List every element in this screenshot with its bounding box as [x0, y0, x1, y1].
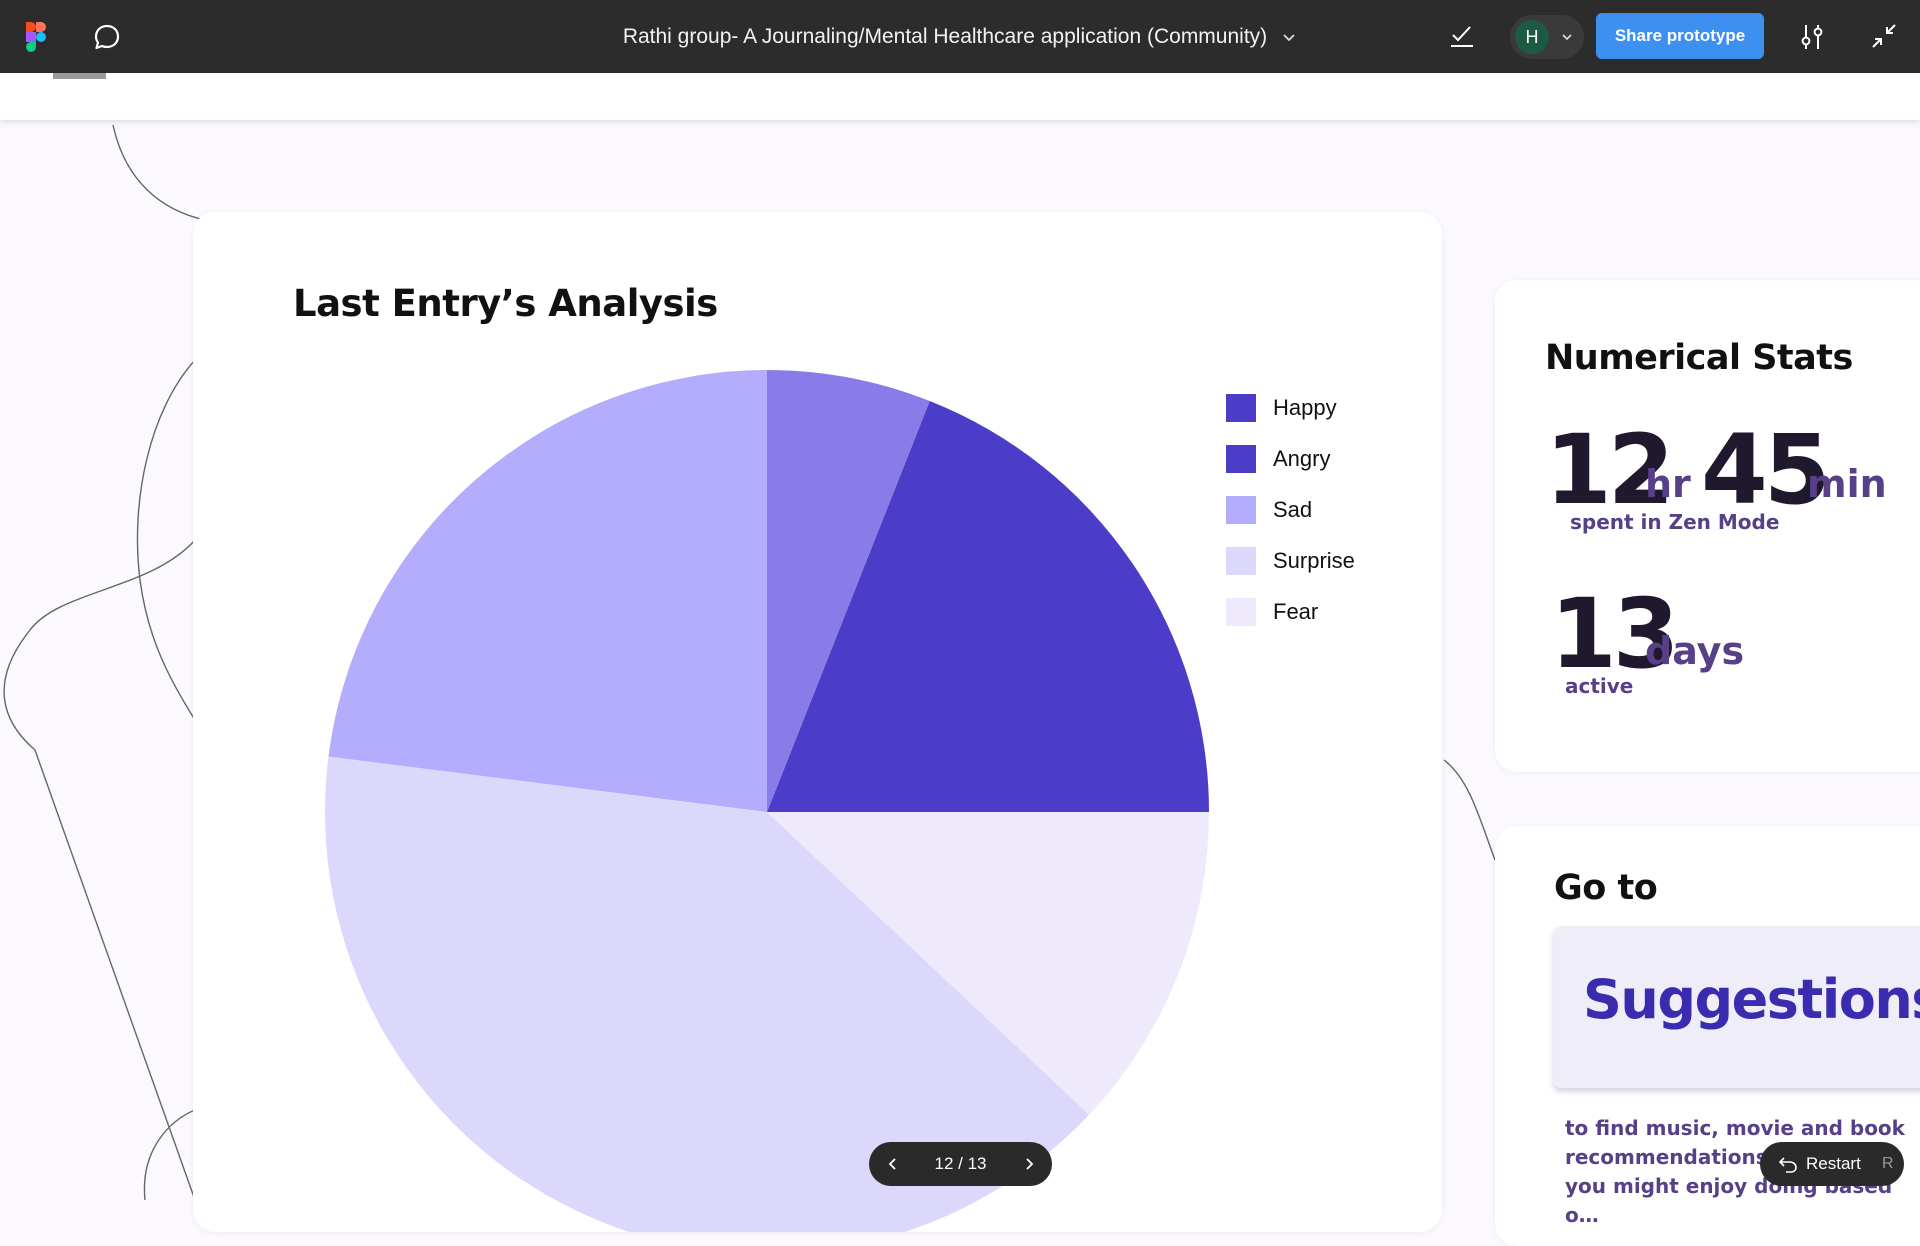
- last-entry-analysis-card: Last Entry’s Analysis Happy Angry Sad Surpr…: [193, 212, 1442, 1232]
- chevron-down-icon: [1283, 33, 1295, 41]
- checkmark-icon[interactable]: [1448, 22, 1476, 50]
- legend-label: Angry: [1273, 445, 1331, 471]
- chevron-down-icon: [1562, 34, 1572, 41]
- pie-slice-sad: [328, 370, 767, 812]
- numerical-stats-card: Numerical Stats 12 hr 45 min spent in Ze…: [1495, 280, 1920, 772]
- legend-item-surprise: Surprise: [1226, 535, 1355, 586]
- zen-mode-label: spent in Zen Mode: [1570, 510, 1780, 534]
- chevron-left-icon[interactable]: [885, 1156, 901, 1172]
- figma-logo-icon[interactable]: [26, 22, 46, 52]
- undo-arrow-icon: [1778, 1157, 1797, 1173]
- file-title-menu[interactable]: Rathi group- A Journaling/Mental Healthc…: [623, 25, 1297, 49]
- page-indicator: 12 / 13: [934, 1154, 987, 1173]
- legend-label: Happy: [1273, 394, 1337, 420]
- legend-swatch: [1226, 597, 1256, 626]
- restart-shortcut: R: [1882, 1155, 1894, 1172]
- user-menu[interactable]: H: [1510, 15, 1584, 59]
- figma-toolbar: Rathi group- A Journaling/Mental Healthc…: [0, 0, 1920, 73]
- days-unit: days: [1645, 629, 1745, 673]
- legend-label: Fear: [1273, 598, 1319, 624]
- legend-item-sad: Sad: [1226, 484, 1355, 535]
- legend-label: Sad: [1273, 496, 1313, 522]
- sliders-icon[interactable]: [1797, 22, 1827, 52]
- chevron-right-icon[interactable]: [1021, 1156, 1037, 1172]
- chart-legend: Happy Angry Sad Surprise Fear: [1226, 382, 1355, 637]
- legend-label: Surprise: [1273, 547, 1355, 573]
- legend-swatch: [1226, 546, 1256, 575]
- suggestions-label: Suggestions: [1583, 968, 1920, 1031]
- file-title: Rathi group- A Journaling/Mental Healthc…: [622, 24, 1268, 48]
- avatar: H: [1515, 20, 1549, 54]
- share-prototype-button[interactable]: Share prototype: [1596, 13, 1764, 59]
- comment-icon[interactable]: [92, 22, 122, 52]
- prototype-pager: 12 / 13: [869, 1142, 1052, 1186]
- legend-item-happy: Happy: [1226, 382, 1355, 433]
- legend-item-fear: Fear: [1226, 586, 1355, 637]
- legend-item-angry: Angry: [1226, 433, 1355, 484]
- prototype-frame-header: [0, 73, 1920, 120]
- suggestions-button[interactable]: Suggestions: [1553, 926, 1920, 1088]
- restart-button[interactable]: Restart R: [1760, 1142, 1904, 1186]
- emotion-pie-chart: [325, 370, 1209, 1232]
- active-label: active: [1565, 674, 1634, 698]
- minutes-unit: min: [1807, 462, 1887, 506]
- go-to-title: Go to: [1554, 868, 1658, 908]
- hours-unit: hr: [1645, 462, 1691, 506]
- frame-header-tab: [53, 73, 106, 79]
- collapse-arrows-icon[interactable]: [1870, 22, 1898, 50]
- stats-title: Numerical Stats: [1545, 338, 1853, 378]
- legend-swatch: [1226, 393, 1256, 422]
- legend-swatch: [1226, 495, 1256, 524]
- restart-label: Restart: [1806, 1154, 1861, 1173]
- legend-swatch: [1226, 444, 1256, 473]
